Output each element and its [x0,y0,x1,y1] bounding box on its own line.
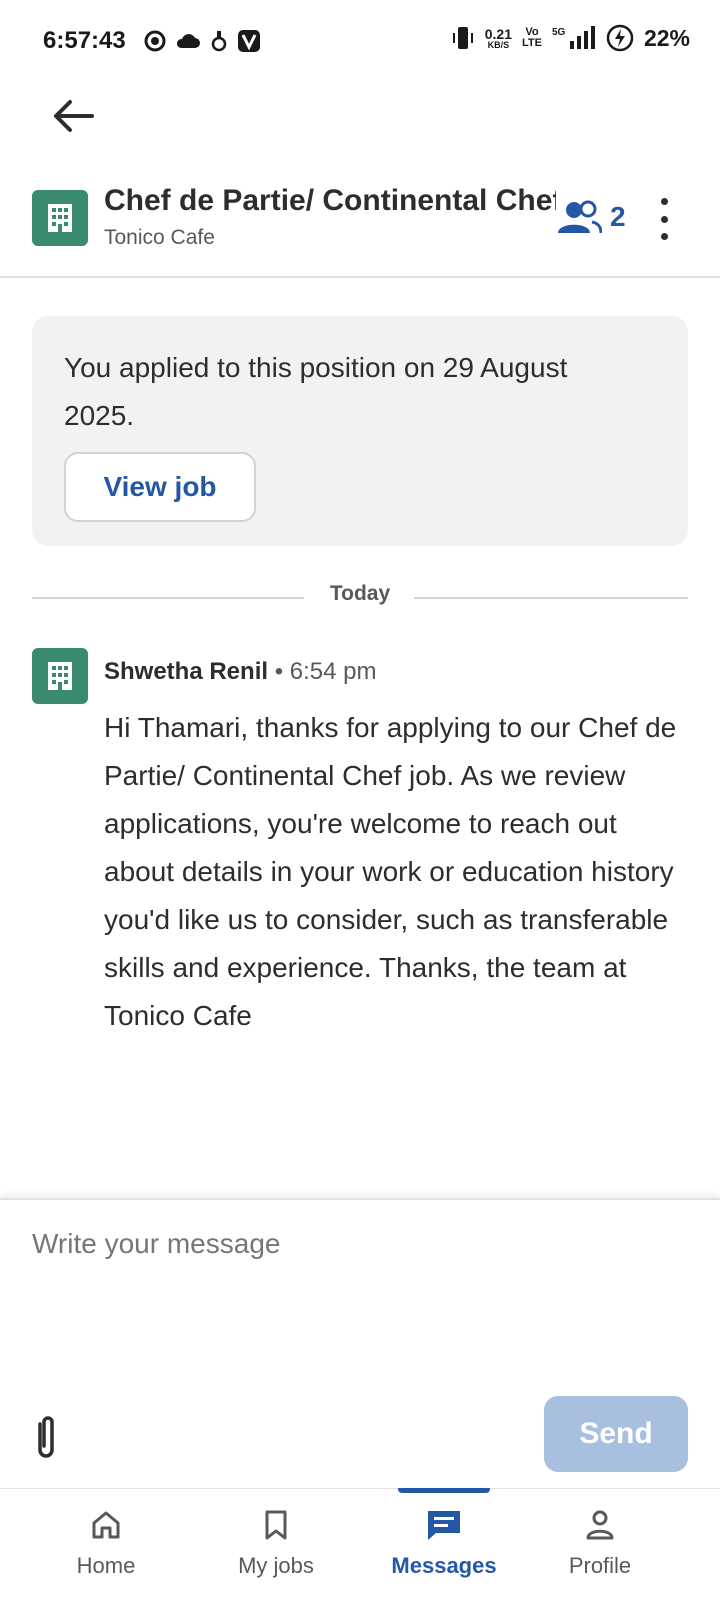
chat-app-icon [144,30,166,52]
message-input[interactable] [32,1228,672,1348]
battery-percent: 22% [643,24,690,51]
bottom-navigation: Home My jobs Messages Profile [0,1488,720,1601]
battery-charging-icon [606,24,634,52]
view-job-button[interactable]: View job [64,452,256,522]
job-title[interactable]: Chef de Partie/ Continental Chef [104,184,556,218]
nav-home[interactable]: Home [16,1489,196,1601]
nav-profile[interactable]: Profile [510,1489,690,1601]
more-options-icon[interactable] [656,198,672,240]
v-app-icon [238,30,260,52]
sender-name: Shwetha Renil [104,658,269,685]
nav-messages-label: Messages [391,1553,497,1578]
people-icon [558,200,602,234]
back-arrow-icon[interactable] [48,94,96,138]
volte-bottom: LTE [521,37,542,49]
person-icon [586,1510,614,1540]
participants-button[interactable]: 2 [556,200,626,234]
network-speed: 0.21 KB/S [485,27,512,50]
status-time: 6:57:43 [43,27,126,54]
sender-avatar [32,648,88,704]
message-body: Hi Thamari, thanks for applying to our C… [104,712,677,1031]
application-info-card: You applied to this position on 29 Augus… [32,316,688,546]
divider-line-left [32,597,304,599]
conversation-header: Chef de Partie/ Continental Chef Tonico … [0,180,720,278]
bookmark-icon [265,1510,287,1540]
meta-separator: • [268,658,290,685]
signal-icon: 5G [552,26,595,49]
status-bar: 6:57:43 0.21 KB/S Vo LTE 5G 22% [0,0,720,84]
nav-home-label: Home [76,1553,136,1578]
company-logo [32,190,88,246]
notification-icons [144,29,261,53]
speed-unit: KB/S [487,39,510,50]
nav-messages[interactable]: Messages [354,1489,534,1601]
building-icon [48,204,72,232]
speed-value: 0.21 [484,25,512,42]
message-meta: Shwetha Renil • 6:54 pm [104,658,377,686]
volte-indicator: Vo LTE [522,27,542,49]
send-button[interactable]: Send [544,1396,688,1472]
vibrate-icon [452,27,473,49]
applied-date-text: You applied to this position on 29 Augus… [64,352,568,431]
nav-profile-label: Profile [568,1553,632,1578]
compose-area: Send [0,1198,720,1490]
nav-my-jobs[interactable]: My jobs [186,1489,366,1601]
date-divider-label: Today [329,582,391,605]
building-icon [48,662,72,690]
cloud-icon [176,34,200,48]
divider-line-right [414,597,688,599]
svg-text:5G: 5G [552,27,566,38]
home-icon [92,1511,120,1539]
system-status: 0.21 KB/S Vo LTE 5G 22% [451,24,690,52]
participants-count: 2 [610,201,626,232]
company-name: Tonico Cafe [104,226,215,249]
message-time: 6:54 pm [289,658,377,685]
nav-my-jobs-label: My jobs [238,1553,314,1578]
paperclip-icon[interactable] [28,1414,64,1460]
app-notification-icon [211,31,227,52]
message-icon [428,1511,460,1540]
